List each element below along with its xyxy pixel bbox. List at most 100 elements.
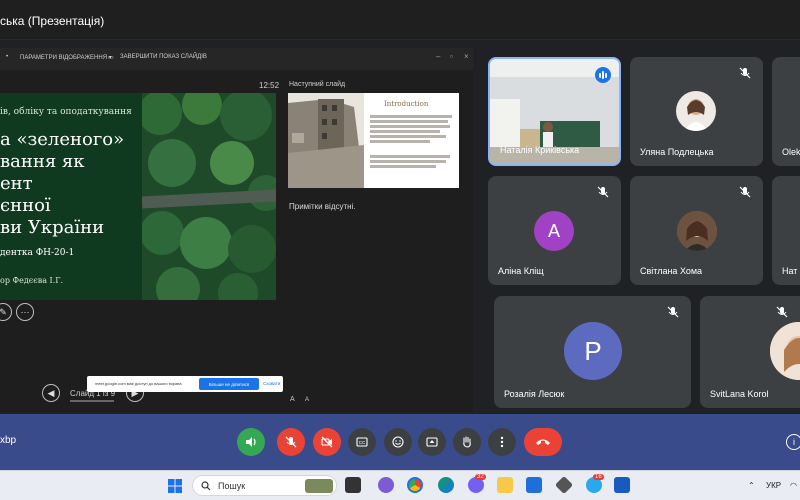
camera-toggle-button[interactable] (313, 428, 341, 456)
telegram-badge: 16 (593, 474, 604, 480)
raise-hand-button[interactable] (453, 428, 481, 456)
participant-name: Olek (782, 147, 800, 157)
svg-text:CC: CC (359, 440, 366, 445)
leave-call-button[interactable] (524, 428, 562, 456)
building-photo (288, 93, 364, 188)
slide-line: єнної (0, 195, 51, 216)
participant-name: Наталія Криківська (500, 145, 580, 155)
mic-off-icon (597, 186, 609, 198)
mic-off-icon (285, 436, 297, 448)
language-indicator[interactable]: УКР (766, 481, 781, 490)
slide-line: а «зеленого» (0, 129, 125, 150)
more-options-button[interactable] (488, 428, 516, 456)
viber-badge: 32 (475, 474, 486, 480)
text-size-down-button[interactable]: A (305, 397, 309, 403)
participant-name: Нат (782, 266, 798, 276)
speaker-button[interactable] (237, 428, 265, 456)
sharing-notification-text: meet.google.com має доступ до вашого екр… (95, 381, 182, 386)
meeting-code: xbp (0, 435, 17, 446)
speaker-notes: Примітки відсутні. (289, 202, 356, 211)
mic-off-icon (776, 306, 788, 318)
file-explorer-icon[interactable] (497, 477, 513, 493)
search-placeholder: Пошук (218, 481, 246, 491)
presenter-toolbar: • ПАРАМЕТРИ ВІДОБРАЖЕННЯ ▾ ▭ ЗАВЕРШИТИ П… (0, 48, 473, 70)
slide-line: ів, обліку та оподаткування (0, 107, 132, 117)
pen-tool-icon[interactable]: ✎ (0, 303, 12, 321)
meeting-controls: xbp CC i (0, 414, 800, 470)
search-icon (201, 481, 211, 491)
sharing-notification: meet.google.com має доступ до вашого екр… (87, 376, 283, 392)
reactions-button[interactable] (384, 428, 412, 456)
presentation-clock: 12:52 (259, 81, 280, 90)
task-view-icon[interactable] (345, 477, 361, 493)
window-title: ська (Презентація) (0, 14, 105, 28)
taskbar: Пошук 32 16 ⌃ УКР ◠ (0, 470, 800, 500)
slide-line: вання як (0, 151, 85, 172)
app-icon[interactable] (554, 475, 574, 495)
participant-avatar: А (534, 211, 574, 251)
text-size-up-button[interactable]: A (290, 396, 295, 403)
end-show-button[interactable]: ЗАВЕРШИТИ ПОКАЗ СЛАЙДІВ (120, 54, 207, 60)
window-titlebar: ська (Презентація) (0, 0, 800, 40)
hide-notification-link[interactable]: Сховати (263, 381, 280, 386)
participant-tile[interactable]: Olek (772, 57, 800, 166)
mic-off-icon (739, 67, 751, 79)
stop-sharing-button[interactable]: Більше не ділитися (199, 378, 259, 390)
more-vert-icon (500, 436, 504, 448)
speaking-indicator-icon (595, 67, 611, 83)
participant-avatar (770, 322, 800, 380)
slide-line: дентка ФН-20-1 (0, 248, 75, 258)
previous-slide-icon[interactable]: ◀ (42, 384, 60, 402)
hand-icon (463, 436, 471, 448)
captions-icon: CC (356, 437, 368, 447)
participant-name: Уляна Подлецька (640, 147, 714, 157)
emoji-icon (392, 436, 404, 448)
wifi-icon[interactable]: ◠ (790, 481, 797, 490)
word-icon[interactable] (614, 477, 630, 493)
participant-avatar (676, 91, 716, 131)
participant-tile[interactable]: SvitLana Korol (700, 296, 800, 408)
participant-avatar (677, 211, 717, 251)
participant-name: Світлана Хома (640, 266, 703, 276)
present-screen-icon (426, 437, 438, 447)
slide-line: ор Федєєва І.Г. (0, 276, 64, 285)
participant-tile[interactable]: Наталія Криківська (488, 57, 621, 166)
participant-name: SvitLana Korol (710, 389, 769, 399)
windows-start-icon[interactable] (167, 478, 183, 494)
mic-toggle-button[interactable] (277, 428, 305, 456)
next-slide-label: Наступний слайд (289, 81, 346, 88)
camera-off-icon (321, 436, 333, 448)
display-settings-button[interactable]: ПАРАМЕТРИ ВІДОБРАЖЕННЯ ▾ (20, 54, 112, 61)
close-icon[interactable]: × (464, 52, 469, 61)
present-button[interactable] (418, 428, 446, 456)
edge-icon[interactable] (438, 477, 454, 493)
participant-tile[interactable]: Нат (772, 176, 800, 285)
next-slide-title: Introduction (384, 100, 429, 108)
minimize-icon[interactable]: – (436, 52, 440, 61)
current-slide: ів, обліку та оподаткування а «зеленого»… (0, 93, 276, 300)
participant-tile[interactable]: А Аліна Кліщ (488, 176, 621, 285)
chrome-icon[interactable] (407, 477, 423, 493)
meeting-info-icon[interactable]: i (786, 434, 800, 450)
forest-image (142, 93, 276, 300)
shared-screen: • ПАРАМЕТРИ ВІДОБРАЖЕННЯ ▾ ▭ ЗАВЕРШИТИ П… (0, 48, 473, 412)
slide-line: ент (0, 173, 33, 194)
mic-off-icon (667, 306, 679, 318)
participant-name: Розалія Лесюк (504, 389, 565, 399)
participant-tile[interactable]: Уляна Подлецька (630, 57, 763, 166)
participant-tile[interactable]: Р Розалія Лесюк (494, 296, 691, 408)
chat-app-icon[interactable] (378, 477, 394, 493)
participant-avatar: Р (564, 322, 622, 380)
restore-icon[interactable]: ▫ (450, 52, 453, 61)
taskbar-search[interactable]: Пошук (192, 475, 337, 496)
store-icon[interactable] (526, 477, 542, 493)
captions-button[interactable]: CC (348, 428, 376, 456)
monitor-icon: ▭ (108, 55, 114, 61)
participant-name: Аліна Кліщ (498, 266, 544, 276)
participant-tile[interactable]: Світлана Хома (630, 176, 763, 285)
tray-overflow-icon[interactable]: ⌃ (748, 481, 755, 490)
more-options-icon[interactable]: ⋯ (16, 303, 34, 321)
toolbar-dot: • (6, 54, 9, 60)
hang-up-icon (536, 439, 550, 445)
slide-line: ви України (0, 217, 105, 238)
